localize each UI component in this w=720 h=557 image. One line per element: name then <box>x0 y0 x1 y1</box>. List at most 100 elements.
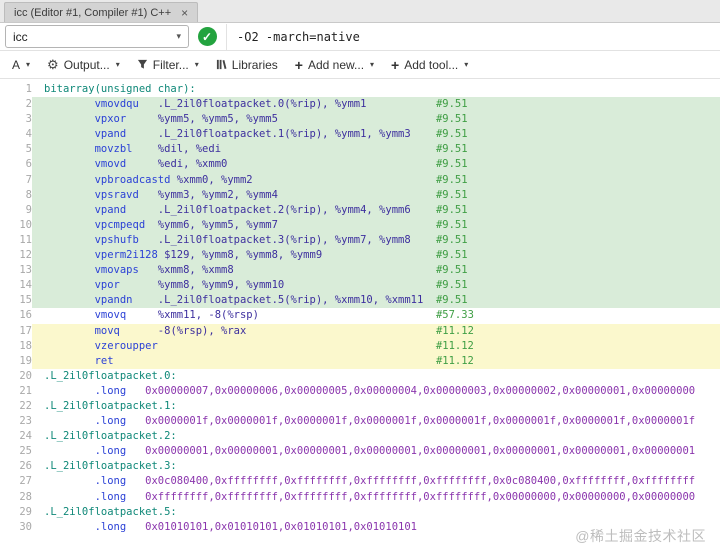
code-line: 16 vmovq %xmm11, -8(%rsp) #57.33 <box>0 308 720 323</box>
code-text: vpand .L_2il0floatpacket.1(%rip), %ymm1,… <box>32 127 720 143</box>
token-cm: #9.51 <box>221 143 468 156</box>
token-op: %ymm3, %ymm2, %ymm4 <box>157 188 278 201</box>
code-line: 6 vmovd %edi, %xmm0 #9.51 <box>0 157 720 173</box>
token-cm: #9.51 <box>366 98 468 111</box>
token-mn: vmovdqu <box>44 98 158 111</box>
code-line: 18 vzeroupper #11.12 <box>0 338 720 354</box>
code-line: 5 movzbl %dil, %edi #9.51 <box>0 142 720 158</box>
line-number: 17 <box>19 324 32 337</box>
token-op: %dil, %edi <box>157 143 222 156</box>
token-mn: vpcmpeqd <box>44 218 158 231</box>
success-check-icon[interactable]: ✓ <box>197 27 217 46</box>
code-line: 4 vpand .L_2il0floatpacket.1(%rip), %ymm… <box>0 127 720 143</box>
token-mn: vpbroadcastd <box>44 173 177 186</box>
token-cm: #9.51 <box>423 294 468 307</box>
close-icon[interactable]: × <box>181 7 188 19</box>
line-number: 23 <box>19 415 32 428</box>
code-text: vpcmpeqd %ymm6, %ymm5, %ymm7 #9.51 <box>32 217 720 233</box>
line-number: 1 <box>25 83 32 95</box>
token-num: 0x00000007,0x00000006,0x00000005,0x00000… <box>145 384 696 397</box>
token-num: 0x00000001,0x00000001,0x00000001,0x00000… <box>145 445 696 458</box>
code-line: 24 .L_2il0floatpacket.2: <box>0 429 720 444</box>
filter-button[interactable]: Filter... ▾ <box>130 55 206 75</box>
code-text: .long 0xffffffff,0xffffffff,0xffffffff,0… <box>32 490 720 505</box>
token-cm: #11.12 <box>157 354 474 367</box>
chevron-down-icon: ▾ <box>115 60 120 69</box>
token-cm: #9.51 <box>277 218 468 231</box>
code-line: 25 .long 0x00000001,0x00000001,0x0000000… <box>0 444 720 459</box>
token-op: %ymm6, %ymm5, %ymm7 <box>157 218 278 231</box>
font-size-button[interactable]: A ▾ <box>5 55 37 75</box>
code-text: vpor %ymm8, %ymm9, %ymm10 #9.51 <box>32 278 720 294</box>
code-line: 10 vpcmpeqd %ymm6, %ymm5, %ymm7 #9.51 <box>0 217 720 233</box>
line-number: 24 <box>19 430 32 443</box>
token-cm: #57.33 <box>258 309 474 322</box>
output-button[interactable]: ⚙ Output... ▾ <box>40 55 127 75</box>
font-size-label: A <box>12 57 21 72</box>
line-number: 6 <box>25 158 32 171</box>
token-cm: #9.51 <box>277 113 468 126</box>
token-lbl: .L_2il0floatpacket.0: <box>44 369 177 382</box>
code-line: 7 vpbroadcastd %xmm0, %ymm2 #9.51 <box>0 172 720 188</box>
line-number: 16 <box>19 309 32 322</box>
line-number: 26 <box>19 460 32 473</box>
token-num: 0xffffffff,0xffffffff,0xffffffff,0xfffff… <box>145 490 696 503</box>
token-cm: #9.51 <box>410 203 468 216</box>
code-line: 19 ret #11.12 <box>0 353 720 369</box>
line-number: 25 <box>19 445 32 458</box>
code-line: 14 vpor %ymm8, %ymm9, %ymm10 #9.51 <box>0 278 720 294</box>
code-line: 15 vpandn .L_2il0floatpacket.5(%rip), %x… <box>0 293 720 309</box>
line-number: 18 <box>19 339 32 352</box>
chevron-down-icon: ▾ <box>176 31 181 41</box>
token-mn: .long <box>44 490 146 503</box>
add-new-button[interactable]: + Add new... ▾ <box>288 55 381 75</box>
compiler-options-input[interactable] <box>226 23 720 50</box>
code-line: 20 .L_2il0floatpacket.0: <box>0 369 720 384</box>
add-tool-button[interactable]: + Add tool... ▾ <box>384 55 475 75</box>
compiler-select[interactable]: icc ▾ <box>5 25 189 48</box>
token-cm: #9.51 <box>410 128 468 141</box>
plus-icon: + <box>391 56 400 73</box>
token-mn: vzeroupper <box>44 339 165 352</box>
token-mn: vpshufb <box>44 233 158 246</box>
add-tool-label: Add tool... <box>404 57 459 72</box>
token-op: %edi, %xmm0 <box>157 158 228 171</box>
line-number: 2 <box>25 98 32 111</box>
token-num: 0x0c080400,0xffffffff,0xffffffff,0xfffff… <box>145 475 696 488</box>
token-mn: vpsravd <box>44 188 158 201</box>
code-lines: 1 bitarray(unsigned char): 2 vmovdqu .L_2i… <box>0 82 720 535</box>
token-op: .L_2il0floatpacket.2(%rip), %ymm4, %ymm6 <box>157 203 411 216</box>
line-number: 30 <box>19 520 32 533</box>
code-text: .long 0x0c080400,0xffffffff,0xffffffff,0… <box>32 474 720 489</box>
token-mn: vpandn <box>44 294 158 307</box>
token-op: $129, %ymm8, %ymm8, %ymm9 <box>164 249 323 262</box>
token-cm: #11.12 <box>246 324 474 337</box>
code-text: .long 0x00000007,0x00000006,0x00000005,0… <box>32 384 720 399</box>
code-text: .L_2il0floatpacket.5: <box>32 505 720 520</box>
gear-icon: ⚙ <box>47 57 59 72</box>
token-mn: vmovd <box>44 158 158 171</box>
token-cm: #9.51 <box>227 158 468 171</box>
line-number: 7 <box>25 173 32 186</box>
code-text: .L_2il0floatpacket.1: <box>32 399 720 414</box>
code-line: 13 vmovaps %xmm8, %xmm8 #9.51 <box>0 263 720 279</box>
code-text: vpshufb .L_2il0floatpacket.3(%rip), %ymm… <box>32 232 720 249</box>
chevron-down-icon: ▾ <box>26 60 31 69</box>
libraries-button[interactable]: Libraries <box>209 55 285 75</box>
token-mn: vmovaps <box>44 264 158 277</box>
books-icon <box>216 59 227 70</box>
code-line: 21 .long 0x00000007,0x00000006,0x0000000… <box>0 384 720 399</box>
line-number: 11 <box>19 233 32 246</box>
token-op: %ymm8, %ymm9, %ymm10 <box>157 279 285 292</box>
code-text: .long 0x0000001f,0x0000001f,0x0000001f,0… <box>32 414 720 429</box>
line-number: 19 <box>19 354 32 367</box>
line-number: 21 <box>19 384 32 397</box>
code-line: 27 .long 0x0c080400,0xffffffff,0xfffffff… <box>0 474 720 489</box>
line-number: 3 <box>25 113 32 126</box>
token-mn: vpor <box>44 279 158 292</box>
chevron-down-icon: ▾ <box>194 60 199 69</box>
token-mn: movq <box>44 324 158 337</box>
code-line: 12 vperm2i128 $129, %ymm8, %ymm8, %ymm9 … <box>0 248 720 264</box>
pane-tab[interactable]: icc (Editor #1, Compiler #1) C++ × <box>4 2 199 22</box>
output-label: Output... <box>63 57 110 72</box>
